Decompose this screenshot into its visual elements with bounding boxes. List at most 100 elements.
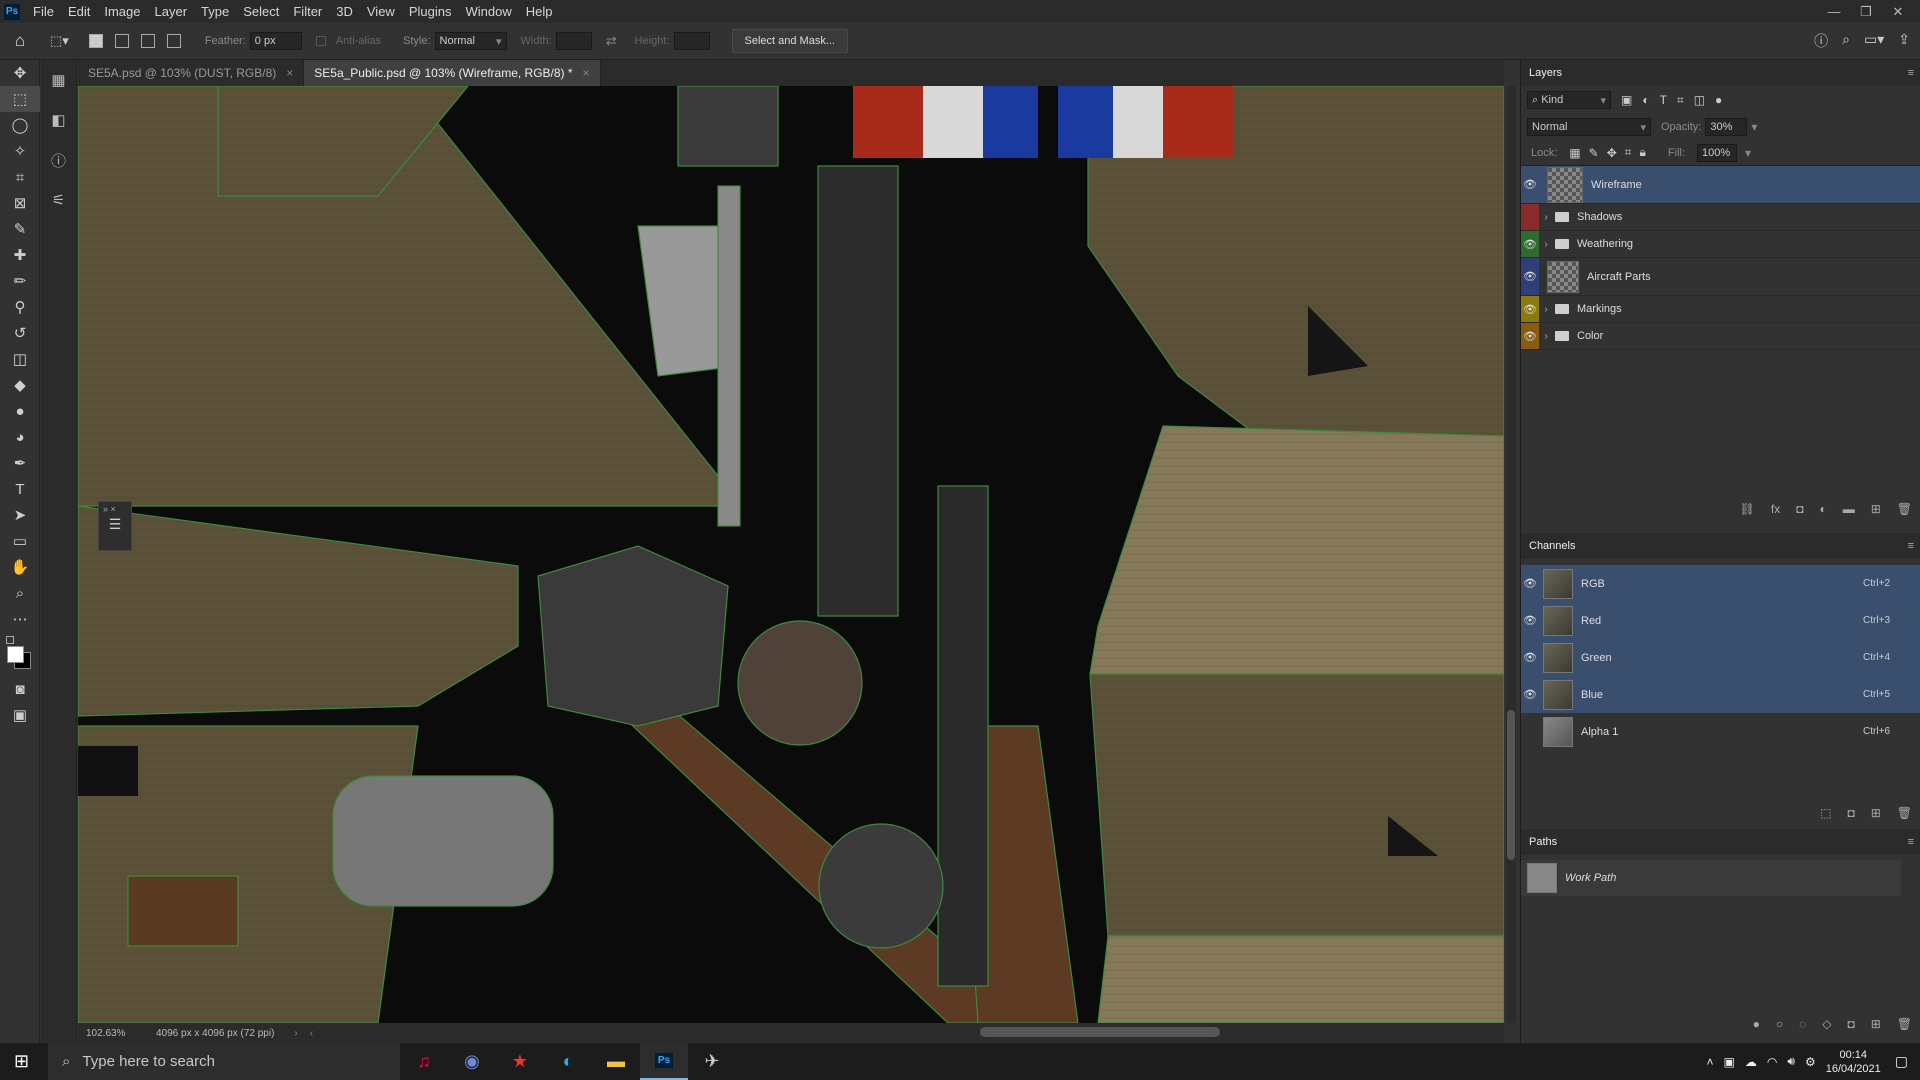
load-selection-icon[interactable]: ⬚ — [1820, 806, 1831, 820]
select-and-mask-button[interactable]: Select and Mask... — [731, 29, 848, 53]
new-selection-icon[interactable] — [88, 34, 103, 48]
channel-red[interactable]: 👁︎ Red Ctrl+3 — [1521, 602, 1920, 639]
photoshop-taskbar-icon[interactable]: Ps — [640, 1043, 688, 1080]
close-icon[interactable]: » × — [99, 502, 131, 516]
panel-menu-icon[interactable]: ≡ — [1908, 540, 1914, 552]
layer-name[interactable]: Markings — [1577, 303, 1622, 315]
new-channel-icon[interactable]: ⊞ — [1871, 806, 1881, 820]
shape-filter-icon[interactable]: ⌗ — [1677, 93, 1684, 108]
layer-wireframe[interactable]: 👁︎ Wireframe — [1521, 166, 1920, 204]
visibility-eye-icon[interactable]: 👁︎ — [1521, 296, 1539, 322]
tab-se5a[interactable]: SE5A.psd @ 103% (DUST, RGB/8) × — [78, 60, 305, 86]
menu-type[interactable]: Type — [194, 0, 236, 23]
wifi-icon[interactable]: ◠ — [1767, 1055, 1777, 1069]
layer-markings[interactable]: 👁︎ › Markings — [1521, 296, 1920, 323]
channel-green[interactable]: 👁︎ Green Ctrl+4 — [1521, 639, 1920, 676]
lock-transparent-icon[interactable]: ▦ — [1569, 146, 1580, 160]
lock-all-icon[interactable]: 🔒︎ — [1640, 145, 1646, 160]
discord-icon[interactable]: ◉ — [448, 1043, 496, 1080]
marquee-preset-icon[interactable]: ⬚▾ — [50, 33, 69, 49]
default-colors-icon[interactable] — [6, 636, 14, 644]
photoshop-logo[interactable]: Ps — [4, 3, 20, 20]
history-brush-icon[interactable]: ↺ — [0, 320, 40, 346]
rectangle-tool-icon[interactable]: ▭ — [0, 528, 40, 554]
visibility-eye-icon[interactable]: 👁︎ — [1521, 676, 1539, 713]
menu-view[interactable]: View — [360, 0, 402, 23]
visibility-eye-icon[interactable]: 👁︎ — [1521, 565, 1539, 602]
smart-object-filter-icon[interactable]: ◫ — [1694, 93, 1705, 107]
chevron-down-icon[interactable]: ▾ — [1745, 146, 1751, 160]
layer-shadows[interactable]: › Shadows — [1521, 204, 1920, 231]
add-selection-icon[interactable] — [114, 34, 129, 48]
stamp-tool-icon[interactable]: ⚲ — [0, 294, 40, 320]
close-icon[interactable]: × — [286, 66, 293, 80]
chevron-down-icon[interactable]: ▾ — [1751, 120, 1757, 134]
mask-icon[interactable]: ◘ — [1847, 1017, 1854, 1031]
vertical-scrollbar[interactable] — [1507, 710, 1515, 860]
info-icon[interactable]: ⓘ — [41, 140, 76, 180]
menu-plugins[interactable]: Plugins — [402, 0, 459, 23]
group-icon[interactable]: ▬ — [1843, 502, 1855, 516]
dodge-tool-icon[interactable]: ◕ — [0, 424, 40, 450]
file-explorer-icon[interactable]: ▬ — [592, 1043, 640, 1080]
app-star-icon[interactable]: ★ — [496, 1043, 544, 1080]
tray-app-icon[interactable]: ▣ — [1724, 1055, 1735, 1069]
chevron-right-icon[interactable]: › — [1539, 331, 1553, 342]
windows-start-icon[interactable]: ⊞ — [14, 1051, 29, 1072]
magic-wand-tool-icon[interactable]: ✧ — [0, 138, 40, 164]
visibility-eye-icon[interactable]: 👁︎ — [1521, 602, 1539, 639]
intersect-selection-icon[interactable] — [166, 34, 181, 48]
eraser-tool-icon[interactable]: ◫ — [0, 346, 40, 372]
trash-icon[interactable]: 🗑︎ — [1897, 806, 1912, 820]
panel-menu-icon[interactable]: ≡ — [1908, 836, 1914, 848]
crop-tool-icon[interactable]: ⌗ — [0, 164, 40, 190]
path-select-icon[interactable]: ➤ — [0, 502, 40, 528]
load-path-icon[interactable]: ◌ — [1799, 1017, 1806, 1031]
marquee-tool-icon[interactable]: ⬚ — [0, 86, 40, 112]
menu-filter[interactable]: Filter — [286, 0, 329, 23]
menu-layer[interactable]: Layer — [148, 0, 195, 23]
trash-icon[interactable]: 🗑︎ — [1897, 1017, 1912, 1031]
blur-tool-icon[interactable]: ● — [0, 398, 40, 424]
network-icon[interactable]: ☁ — [1745, 1055, 1757, 1069]
tab-se5a-public[interactable]: SE5a_Public.psd @ 103% (Wireframe, RGB/8… — [304, 60, 601, 86]
layer-weathering[interactable]: 👁︎ › Weathering — [1521, 231, 1920, 258]
properties-mini-panel[interactable]: » × ☰ — [98, 501, 132, 551]
paint-bucket-icon[interactable]: ◆ — [0, 372, 40, 398]
table-icon[interactable]: ▦ — [41, 60, 76, 100]
save-selection-icon[interactable]: ◘ — [1847, 806, 1854, 820]
visibility-eye-icon[interactable]: 👁︎ — [1521, 166, 1539, 203]
brush-tool-icon[interactable]: ✏ — [0, 268, 40, 294]
adjustment-icon[interactable]: ◐ — [1819, 502, 1826, 516]
quick-mask-icon[interactable]: ◙ — [0, 676, 40, 702]
filter-toggle-icon[interactable]: ● — [1715, 93, 1722, 107]
visibility-off-icon[interactable] — [1521, 713, 1539, 750]
volume-icon[interactable]: 🔊︎ — [1787, 1054, 1795, 1069]
workspace-icon[interactable]: ▭▾ — [1864, 31, 1884, 51]
lock-artboard-icon[interactable]: ⌗ — [1625, 145, 1632, 160]
chevron-right-icon[interactable]: › — [1539, 304, 1553, 315]
menu-image[interactable]: Image — [97, 0, 147, 23]
screen-mode-icon[interactable]: ▣ — [0, 702, 40, 728]
link-icon[interactable]: ⛓ — [1740, 502, 1755, 516]
layer-name[interactable]: Weathering — [1577, 238, 1633, 250]
fill-input[interactable]: 100% — [1697, 143, 1738, 162]
panel-icon[interactable]: ◧ — [41, 100, 76, 140]
new-path-icon[interactable]: ⊞ — [1871, 1017, 1881, 1031]
new-layer-icon[interactable]: ⊞ — [1871, 502, 1881, 516]
visibility-off-icon[interactable] — [1521, 204, 1539, 230]
style-select[interactable]: Normal ▾ — [434, 32, 507, 50]
layer-name[interactable]: Wireframe — [1591, 179, 1642, 191]
adjustment-filter-icon[interactable]: ◐ — [1642, 93, 1649, 107]
menu-edit[interactable]: Edit — [61, 0, 97, 23]
more-tools-icon[interactable]: ⋯ — [0, 606, 40, 632]
height-input[interactable] — [673, 32, 710, 50]
visibility-eye-icon[interactable]: 👁︎ — [1521, 323, 1539, 349]
learn-icon[interactable]: ⓘ — [1814, 31, 1828, 51]
layer-aircraft-parts[interactable]: 👁︎ Aircraft Parts — [1521, 258, 1920, 296]
adjust-icon[interactable]: ⚟ — [41, 180, 76, 220]
document-canvas[interactable]: » × ☰ — [78, 86, 1504, 1023]
trash-icon[interactable]: 🗑︎ — [1897, 502, 1912, 516]
chevron-right-icon[interactable]: › — [1539, 239, 1553, 250]
menu-window[interactable]: Window — [458, 0, 518, 23]
